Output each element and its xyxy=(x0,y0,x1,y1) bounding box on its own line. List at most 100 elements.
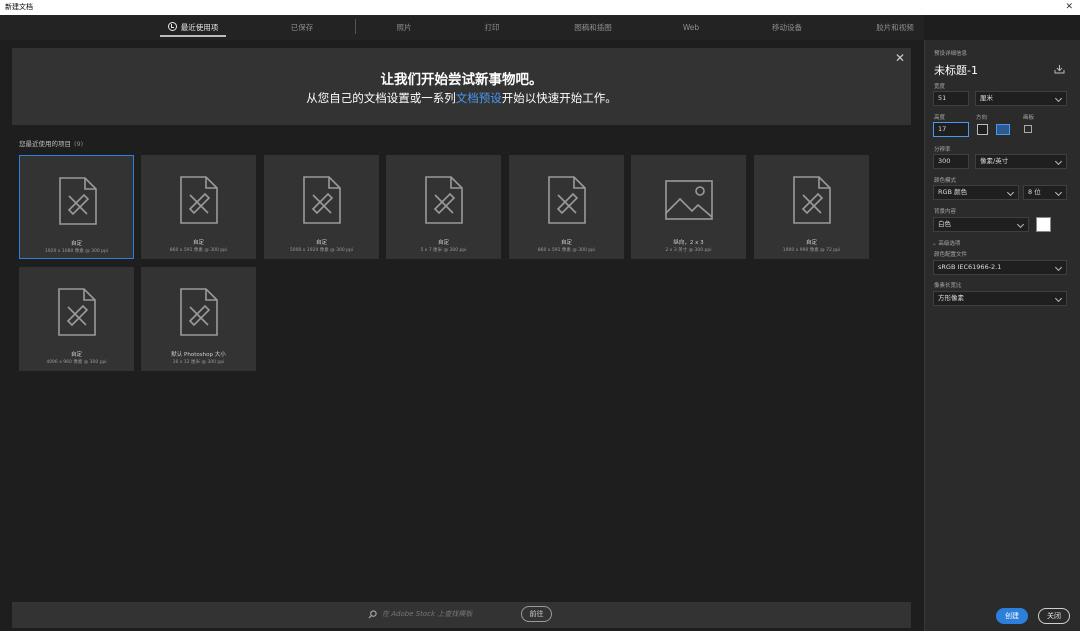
chevron-down-icon xyxy=(1054,157,1063,166)
resolution-unit-select[interactable]: 像素/英寸 xyxy=(975,154,1067,169)
color-mode-label: 颜色模式 xyxy=(934,178,957,184)
recent-title: 您最近使用的项目 xyxy=(19,140,71,148)
resolution-unit-value: 像素/英寸 xyxy=(980,157,1009,165)
item-size: 1900 x 990 像素 @ 72 ppi xyxy=(782,248,841,253)
tab-photo[interactable]: 照片 xyxy=(386,15,422,40)
color-profile-label: 颜色配置文件 xyxy=(934,252,968,258)
banner-close-icon[interactable]: ✕ xyxy=(895,51,905,65)
chevron-down-icon xyxy=(1054,188,1063,197)
banner-headline: 让我们开始尝试新事物吧。 xyxy=(380,72,543,88)
document-brush-icon xyxy=(303,176,341,224)
artboard-checkbox[interactable] xyxy=(1024,125,1032,133)
image-icon xyxy=(665,180,713,220)
pixel-aspect-label: 像素长宽比 xyxy=(934,283,962,289)
tab-label: 已保存 xyxy=(290,23,314,32)
document-brush-icon xyxy=(793,176,831,224)
color-mode-select[interactable]: RGB 颜色 xyxy=(933,185,1019,200)
tab-label: 胶片和视频 xyxy=(876,23,914,32)
recent-item-card[interactable]: 默认 Photoshop 大小 16 x 12 厘米 @ 300 ppi xyxy=(141,267,256,371)
height-input[interactable]: 17 xyxy=(933,122,969,137)
landscape-orientation-icon[interactable] xyxy=(996,124,1010,135)
tab-art-illustration[interactable]: 图稿和插图 xyxy=(566,15,620,40)
document-brush-icon xyxy=(548,176,586,224)
tab-label: 最近使用项 xyxy=(180,23,219,32)
portrait-orientation-icon[interactable] xyxy=(977,124,988,135)
create-button[interactable]: 创建 xyxy=(996,608,1028,624)
tab-web[interactable]: Web xyxy=(674,15,708,40)
item-size: 1920 x 1080 像素 @ 300 ppi xyxy=(44,249,109,254)
chevron-down-icon xyxy=(1054,294,1063,303)
color-profile-select[interactable]: sRGB IEC61966-2.1 xyxy=(933,260,1067,275)
tab-label: Web xyxy=(682,23,700,32)
recent-item-card[interactable]: 自定 5 x 7 厘米 @ 300 ppi xyxy=(386,155,501,259)
orientation-label: 方向 xyxy=(976,115,988,121)
tab-print[interactable]: 打印 xyxy=(474,15,510,40)
recent-item-card[interactable]: 自定 1920 x 1080 像素 @ 300 ppi xyxy=(19,155,134,259)
item-size: 860 x 591 像素 @ 300 ppi xyxy=(169,248,228,253)
width-input[interactable]: 51 xyxy=(933,91,969,106)
recent-item-card[interactable]: 自定 5000 x 1920 像素 @ 300 ppi xyxy=(264,155,379,259)
tab-saved[interactable]: 已保存 xyxy=(282,15,322,40)
width-unit-value: 厘米 xyxy=(980,94,993,102)
document-presets-link[interactable]: 文档预设 xyxy=(456,91,502,105)
preset-details-label: 预设详细信息 xyxy=(934,51,968,57)
recent-count: (9) xyxy=(74,140,84,148)
tab-mobile[interactable]: 移动设备 xyxy=(764,15,810,40)
tab-film-video[interactable]: 胶片和视频 xyxy=(868,15,922,40)
document-brush-icon xyxy=(58,288,96,336)
title-bar: 新建文档 ✕ xyxy=(0,0,1080,15)
item-name: 自定 xyxy=(560,240,572,246)
tab-divider xyxy=(355,19,356,34)
resolution-label: 分辨率 xyxy=(934,147,951,153)
recent-section-title: 您最近使用的项目 (9) xyxy=(19,138,83,148)
pixel-aspect-select[interactable]: 方形像素 xyxy=(933,291,1067,306)
advanced-options-toggle[interactable]: ⌄ 高级选项 xyxy=(932,239,960,247)
go-button[interactable]: 前往 xyxy=(521,606,552,622)
pixel-aspect-value: 方形像素 xyxy=(938,294,964,302)
banner-subline: 从您自己的文档设置或一系列文档预设开始以快速开始工作。 xyxy=(12,90,911,106)
chevron-down-icon xyxy=(1054,94,1063,103)
item-name: 纵向，2 x 3 xyxy=(673,240,704,246)
width-unit-select[interactable]: 厘米 xyxy=(975,91,1067,106)
close-button[interactable]: 关闭 xyxy=(1038,608,1070,624)
item-name: 自定 xyxy=(70,352,82,358)
welcome-banner: 让我们开始尝试新事物吧。 从您自己的文档设置或一系列文档预设开始以快速开始工作。… xyxy=(12,48,911,125)
item-name: 自定 xyxy=(437,240,449,246)
item-name: 自定 xyxy=(315,240,327,246)
background-color-swatch[interactable] xyxy=(1036,217,1051,232)
recent-item-card[interactable]: 自定 1900 x 990 像素 @ 72 ppi xyxy=(754,155,869,259)
tab-label: 移动设备 xyxy=(772,23,802,32)
item-name: 自定 xyxy=(70,241,82,247)
background-label: 背景内容 xyxy=(934,209,957,215)
background-select[interactable]: 白色 xyxy=(933,217,1029,232)
advanced-label: 高级选项 xyxy=(938,241,961,247)
tab-recent[interactable]: 最近使用项 xyxy=(160,15,226,40)
save-preset-icon[interactable] xyxy=(1054,65,1065,74)
tab-label: 打印 xyxy=(484,23,500,32)
stock-search-input[interactable]: 在 Adobe Stock 上查找模板 xyxy=(368,609,472,619)
bit-depth-select[interactable]: 8 位 xyxy=(1023,185,1067,200)
color-mode-value: RGB 颜色 xyxy=(938,188,968,196)
recent-item-card[interactable]: 自定 4096 x 960 像素 @ 300 ppi xyxy=(19,267,134,371)
search-placeholder: 在 Adobe Stock 上查找模板 xyxy=(382,610,473,618)
item-name: 自定 xyxy=(192,240,204,246)
document-brush-icon xyxy=(59,177,97,225)
recent-item-card[interactable]: 纵向，2 x 3 2 x 3 英寸 @ 300 ppi xyxy=(631,155,746,259)
top-tab-bar: 最近使用项 已保存 照片 打印 图稿和插图 Web 移动设备 胶片和视频 xyxy=(0,15,924,40)
recent-item-card[interactable]: 自定 860 x 591 像素 @ 300 ppi xyxy=(509,155,624,259)
window-close-icon[interactable]: ✕ xyxy=(1065,0,1073,15)
color-profile-value: sRGB IEC61966-2.1 xyxy=(938,263,1002,271)
document-name-field[interactable]: 未标题-1 xyxy=(934,62,978,78)
width-label: 宽度 xyxy=(934,84,946,90)
background-value: 白色 xyxy=(938,220,951,228)
resolution-input[interactable]: 300 xyxy=(933,154,969,169)
document-brush-icon xyxy=(180,176,218,224)
banner-text-post: 开始以快速开始工作。 xyxy=(501,91,617,105)
stock-search-bar: 在 Adobe Stock 上查找模板 前往 xyxy=(12,602,911,628)
recent-item-card[interactable]: 自定 860 x 591 像素 @ 300 ppi xyxy=(141,155,256,259)
document-brush-icon xyxy=(180,288,218,336)
chevron-down-icon xyxy=(1006,188,1015,197)
chevron-down-icon xyxy=(1016,220,1025,229)
item-size: 5 x 7 厘米 @ 300 ppi xyxy=(420,248,467,253)
bit-depth-value: 8 位 xyxy=(1028,188,1041,196)
